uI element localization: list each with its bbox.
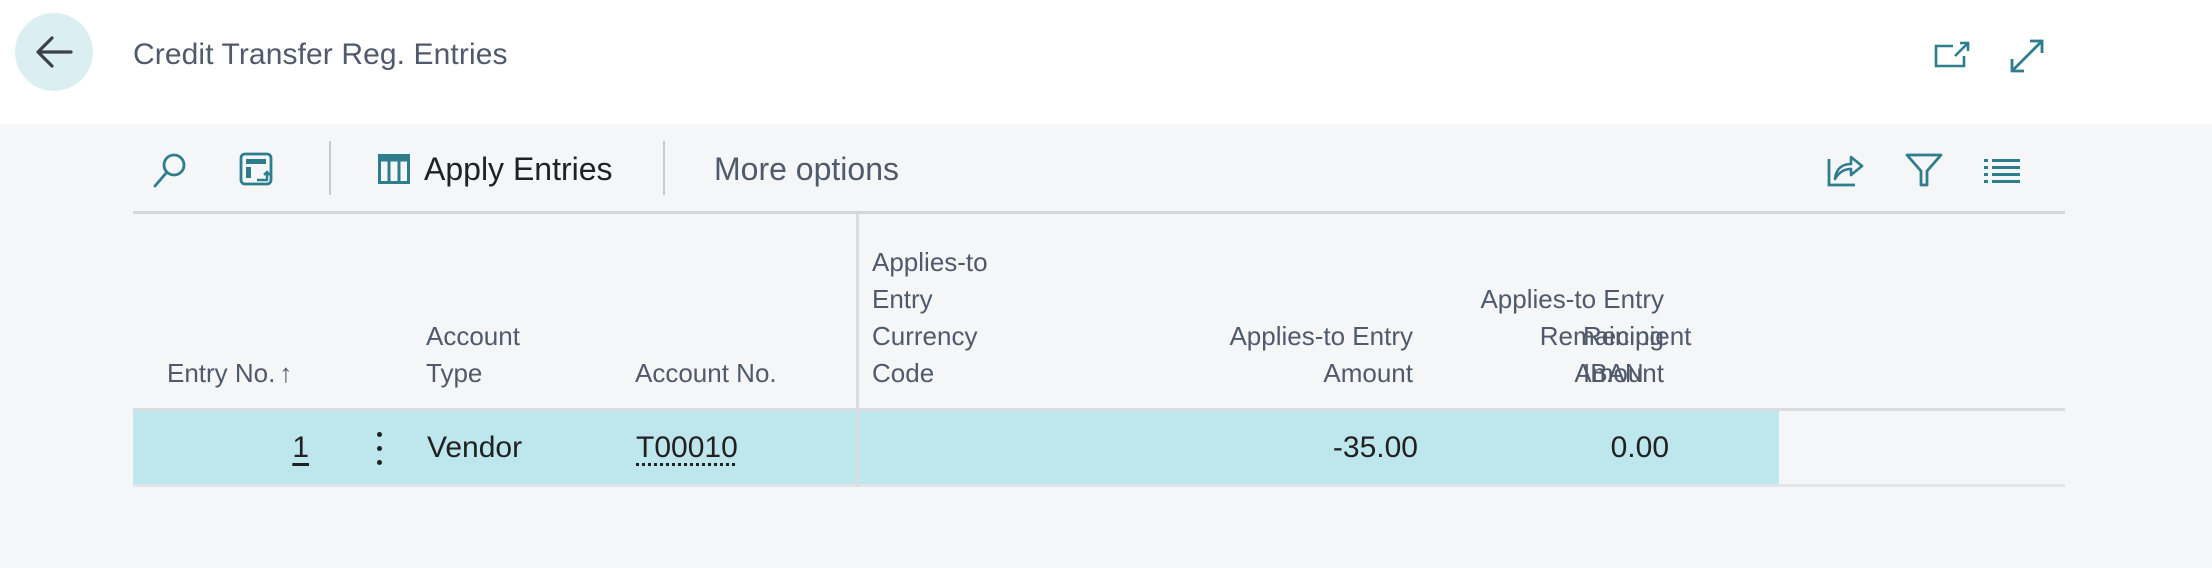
- page-title: Credit Transfer Reg. Entries: [133, 38, 508, 71]
- open-in-new-window-icon: [1934, 41, 1970, 68]
- list-view-button[interactable]: [1980, 148, 2024, 192]
- column-header-account-type[interactable]: Account Type: [426, 318, 520, 392]
- column-header-amount[interactable]: Applies-to Entry Amount: [1229, 318, 1413, 392]
- share-button[interactable]: [1823, 148, 1867, 192]
- search-button[interactable]: [148, 148, 192, 192]
- more-vertical-icon: [377, 432, 382, 437]
- row-actions-menu[interactable]: [369, 429, 389, 467]
- cell-amount[interactable]: -35.00: [1333, 411, 1418, 484]
- share-icon: [1827, 155, 1864, 187]
- back-button[interactable]: [15, 13, 93, 91]
- entry-no-link[interactable]: 1: [292, 431, 309, 465]
- table-row[interactable]: 1 Vendor T00010 -35.00 0.00: [133, 411, 2065, 487]
- cell-account-type[interactable]: Vendor: [427, 411, 522, 484]
- more-options-button[interactable]: More options: [714, 146, 899, 192]
- column-header-recipient-iban[interactable]: Recipient IBAN: [1583, 318, 1691, 392]
- apply-entries-label: Apply Entries: [424, 150, 613, 187]
- open-in-new-window-button[interactable]: [1932, 36, 1972, 76]
- list-view-icon: [1984, 159, 2020, 183]
- cell-entry-no: 1: [133, 411, 309, 484]
- page-header: Credit Transfer Reg. Entries: [0, 0, 2212, 124]
- expand-diagonal-icon: [2010, 39, 2044, 73]
- expand-button[interactable]: [2007, 36, 2047, 76]
- apply-entries-button[interactable]: Apply Entries: [378, 146, 613, 192]
- table-header-row: Entry No. ↑ Account Type Account No. Appl…: [133, 214, 2065, 411]
- entries-table: Entry No. ↑ Account Type Account No. Appl…: [133, 214, 2065, 487]
- sort-ascending-icon: ↑: [279, 358, 293, 388]
- cell-account-no: T00010: [636, 411, 738, 484]
- account-no-link[interactable]: T00010: [636, 431, 738, 465]
- frozen-column-divider: [856, 214, 859, 487]
- personalize-layout-icon: [239, 152, 273, 186]
- column-header-entry-no[interactable]: Entry No. ↑: [167, 355, 292, 392]
- toolbar-divider: [663, 141, 665, 195]
- filter-icon: [1905, 153, 1943, 187]
- search-icon: [153, 153, 186, 188]
- column-header-account-no[interactable]: Account No.: [635, 355, 777, 392]
- column-header-currency-code[interactable]: Applies-to Entry Currency Code: [872, 244, 988, 392]
- action-bar: Apply Entries More options: [133, 124, 2065, 214]
- arrow-left-icon: [36, 36, 73, 68]
- toolbar-divider: [329, 141, 331, 195]
- filter-button[interactable]: [1902, 148, 1946, 192]
- personalize-layout-button[interactable]: [235, 148, 279, 192]
- columns-icon: [378, 154, 410, 184]
- cell-remaining-amount[interactable]: 0.00: [1611, 411, 1669, 484]
